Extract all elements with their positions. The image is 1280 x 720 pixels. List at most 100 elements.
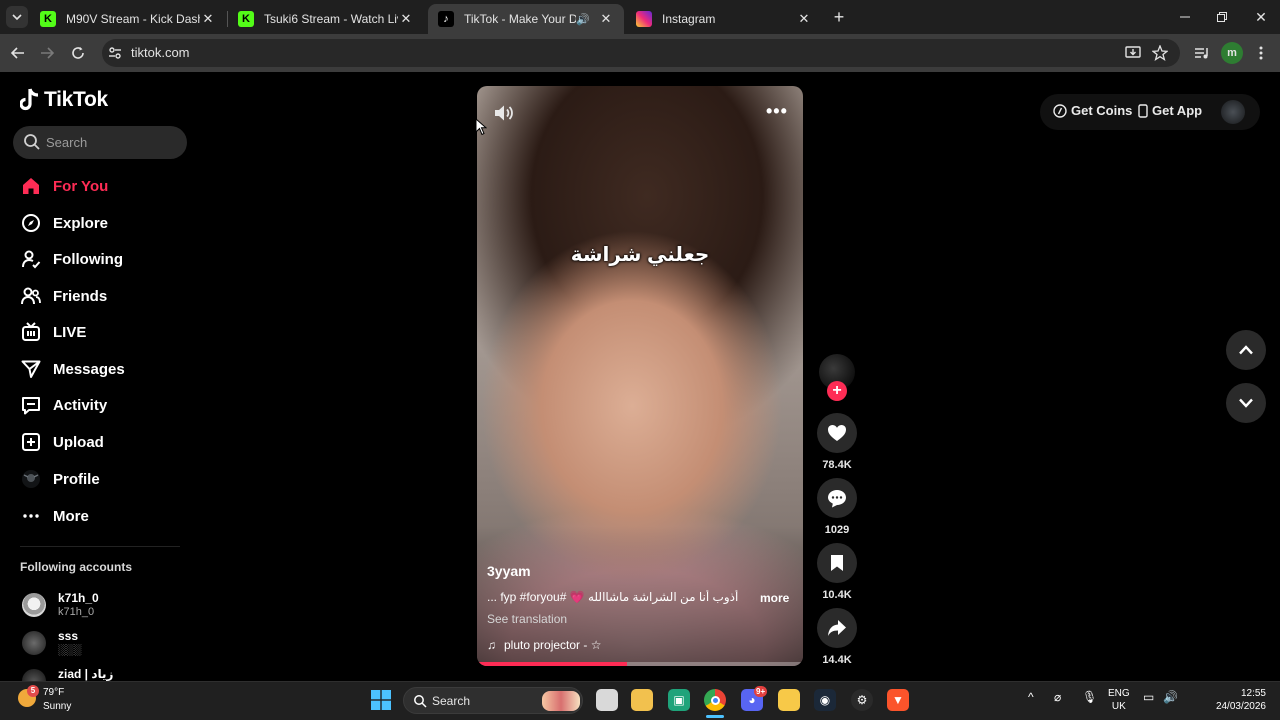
nav-for-you[interactable]: For You (20, 173, 190, 199)
search-icon (414, 695, 427, 708)
media-controls-icon[interactable] (1191, 42, 1213, 64)
video-music[interactable]: ♫ pluto projector - ☆ (487, 638, 601, 652)
video-author[interactable]: 3yyam (487, 563, 531, 579)
brave-browser-icon[interactable]: ▼ (887, 689, 909, 711)
comment-icon (828, 489, 846, 507)
window-restore-icon[interactable] (1211, 6, 1233, 28)
tab-close-icon[interactable]: ✕ (398, 11, 414, 27)
install-app-icon[interactable] (1122, 42, 1144, 64)
nav-explore[interactable]: Explore (20, 210, 190, 236)
xbox-app-icon[interactable]: ▣ (668, 689, 690, 711)
tab-close-icon[interactable]: ✕ (598, 11, 614, 27)
site-settings-icon[interactable] (104, 42, 126, 64)
sticky-notes-icon[interactable] (778, 689, 800, 711)
music-title: pluto projector - ☆ (504, 638, 602, 652)
address-bar[interactable] (102, 39, 1180, 67)
account-handle: k71h_0 (58, 606, 95, 618)
nav-friends[interactable]: Friends (20, 283, 190, 309)
bookmark-star-icon[interactable] (1149, 42, 1171, 64)
get-app-button[interactable]: Get App (1138, 103, 1202, 118)
video-options-icon[interactable]: ••• (766, 101, 788, 122)
user-avatar[interactable] (1221, 100, 1245, 124)
heart-icon (828, 425, 846, 441)
nav-upload[interactable]: Upload (20, 429, 190, 455)
tab-close-icon[interactable]: ✕ (796, 11, 812, 27)
sidebar-search-box[interactable]: Search (13, 126, 187, 159)
caption-more-button[interactable]: more (760, 591, 789, 605)
video-player[interactable]: ••• جعلني شراشة 3yyam أذوب أنا من الشراش… (477, 86, 803, 666)
nav-live[interactable]: LIVE (20, 319, 190, 345)
tiktok-wordmark: TikTok (44, 88, 108, 111)
speaker-icon[interactable]: 🔊 (1163, 690, 1178, 704)
tiktok-logo[interactable]: TikTok (20, 88, 108, 112)
forward-arrow-icon[interactable] (36, 42, 58, 64)
comment-button[interactable] (817, 478, 857, 518)
avatar (22, 631, 46, 655)
video-progress-bar[interactable] (477, 662, 803, 666)
steam-icon[interactable]: ◉ (814, 689, 836, 711)
messages-icon (20, 358, 42, 380)
account-name: sss (58, 629, 79, 643)
volume-icon[interactable] (493, 103, 515, 123)
comment-count: 1029 (824, 524, 850, 536)
nav-label: Friends (53, 287, 108, 305)
nav-activity[interactable]: Activity (20, 392, 190, 418)
video-overlay-text: جعلني شراشة (570, 244, 710, 266)
weather-condition[interactable]: Sunny (43, 701, 71, 712)
taskbar-search-box[interactable]: Search (403, 687, 583, 714)
search-highlight-icon (542, 691, 580, 711)
kebab-menu-icon[interactable] (1250, 42, 1272, 64)
window-close-icon[interactable]: ✕ (1250, 6, 1272, 28)
home-icon (20, 175, 42, 197)
next-video-button[interactable] (1226, 383, 1266, 423)
window-minimize-icon[interactable] (1174, 6, 1196, 28)
browser-tab-instagram[interactable]: Instagram ✕ (626, 4, 822, 34)
file-explorer-icon[interactable] (631, 689, 653, 711)
tab-title: TikTok - Make Your Day (464, 12, 577, 26)
clock[interactable]: 12:55 24/03/2026 (1196, 687, 1266, 713)
taskbar-search-placeholder: Search (432, 694, 471, 708)
instagram-logo-icon (636, 11, 652, 27)
nav-more[interactable]: More (20, 503, 190, 529)
tray-overflow-chevron-icon[interactable]: ^ (1028, 690, 1034, 704)
nav-following[interactable]: Following (20, 246, 190, 272)
reload-icon[interactable] (67, 42, 89, 64)
profile-avatar-icon[interactable]: m (1221, 42, 1243, 64)
nav-label: Following (53, 250, 123, 268)
save-button[interactable] (817, 543, 857, 583)
windows-start-icon[interactable] (370, 689, 392, 711)
follow-plus-icon[interactable]: + (827, 381, 847, 401)
back-arrow-icon[interactable] (7, 42, 29, 64)
get-coins-button[interactable]: Get Coins (1053, 103, 1132, 118)
network-off-icon[interactable]: ⌀ (1054, 690, 1061, 704)
nav-label: Upload (53, 433, 104, 451)
following-account-item[interactable]: sss ░░░ (20, 629, 190, 661)
settings-gear-icon[interactable]: ⚙ (851, 689, 873, 711)
like-button[interactable] (817, 413, 857, 453)
tab-title: Instagram (662, 12, 716, 26)
browser-tab-tiktok[interactable]: ♪ TikTok - Make Your Day 🔊 ✕ (428, 4, 624, 34)
nav-profile[interactable]: Profile (20, 466, 190, 492)
following-account-item[interactable]: ziad | زياد (20, 667, 190, 681)
tab-close-icon[interactable]: ✕ (200, 11, 216, 27)
nav-messages[interactable]: Messages (20, 356, 190, 382)
chrome-icon[interactable] (704, 689, 726, 711)
see-translation-link[interactable]: See translation (487, 612, 567, 626)
microphone-icon[interactable]: 🎙 (1082, 690, 1097, 704)
display-icon[interactable]: ▭ (1143, 690, 1154, 704)
browser-tab-tsuki6[interactable]: K Tsuki6 Stream - Watch Live on Kick ✕ (228, 4, 424, 34)
more-icon (20, 505, 42, 527)
clock-time: 12:55 (1240, 688, 1266, 699)
language-indicator[interactable]: ENG UK (1108, 687, 1130, 713)
new-tab-plus-icon[interactable]: + (828, 6, 850, 28)
url-text[interactable]: tiktok.com (131, 45, 190, 60)
tab-search-chevron-icon[interactable] (6, 6, 28, 28)
tiktok-logo-icon: ♪ (438, 11, 454, 27)
following-account-item[interactable]: k71h_0 k71h_0 (20, 591, 190, 623)
weather-temperature[interactable]: 79°F (43, 687, 64, 698)
previous-video-button[interactable] (1226, 330, 1266, 370)
browser-tab-kick-dashboard[interactable]: K M90V Stream - Kick Dashboard ✕ (30, 4, 226, 34)
task-view-icon[interactable] (596, 689, 618, 711)
share-button[interactable] (817, 608, 857, 648)
tab-audio-playing-icon[interactable]: 🔊 (576, 13, 590, 26)
